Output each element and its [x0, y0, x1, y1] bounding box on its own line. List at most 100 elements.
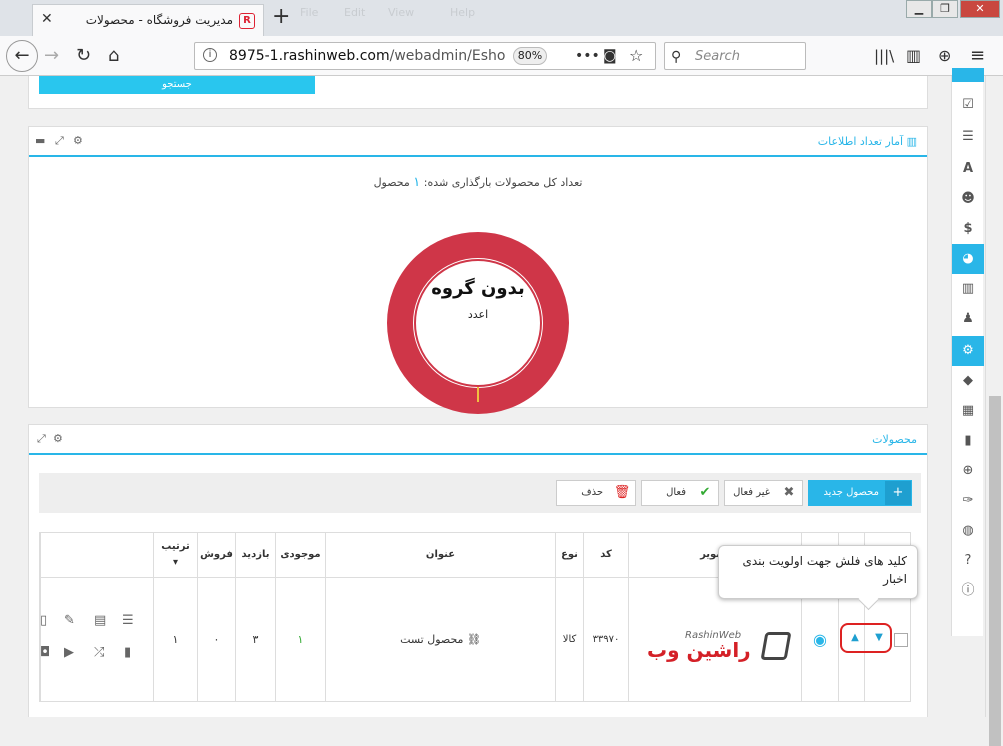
library-icon[interactable]: |||\ — [874, 45, 894, 67]
row-title: محصول تست — [400, 633, 464, 646]
count-value: ۱ — [413, 175, 421, 190]
sidebar-item-zoom-icon[interactable]: ⊕ — [952, 456, 984, 486]
window-close-icon[interactable]: ✕ — [960, 0, 1000, 18]
menu-view[interactable]: View — [388, 6, 414, 19]
page-actions-icon[interactable]: ••• — [575, 45, 600, 67]
donut-label: بدون گروه — [431, 278, 525, 299]
menu-file[interactable]: File — [300, 6, 318, 19]
delete-label: حذف — [581, 487, 603, 498]
back-arrow-icon[interactable]: ← — [6, 40, 38, 72]
row-visits: ۳ — [235, 577, 275, 702]
pocket-icon[interactable]: ◙ — [603, 45, 617, 67]
settings-gear-icon[interactable]: ⚙ — [73, 134, 83, 147]
list-icon[interactable]: ▤ — [94, 613, 106, 628]
search-panel: جستجو — [28, 76, 928, 109]
delete-icon[interactable]: ▯ — [40, 613, 47, 628]
rashinweb-logo: RashinWeb راشین وب — [645, 628, 792, 668]
sidebar-item-globe-icon[interactable]: ◍ — [952, 516, 984, 546]
shuffle-icon[interactable]: ⤮ — [94, 645, 104, 660]
expand-icon[interactable]: ⤢ — [55, 134, 64, 148]
sidebar-item-settings-icon[interactable]: ⚙ — [952, 336, 984, 366]
col-stock[interactable]: موجودی — [275, 533, 325, 577]
col-title[interactable]: عنوان — [325, 533, 555, 577]
sidebar-item-user-icon[interactable]: ♟ — [952, 304, 984, 334]
col-type[interactable]: نوع — [555, 533, 583, 577]
sidebar-item-users-icon[interactable]: ☻ — [952, 184, 984, 214]
sidebar-item-top[interactable] — [952, 68, 984, 82]
new-tab-icon[interactable]: + — [272, 4, 290, 30]
row-actions-cell — [40, 577, 153, 702]
col-visits[interactable]: بازدید — [235, 533, 275, 577]
page-scrollbar[interactable] — [985, 76, 1003, 746]
check-icon: ✔ — [699, 485, 711, 500]
stats-bars-icon[interactable]: ▮ — [124, 645, 131, 660]
scrollbar-thumb[interactable] — [989, 396, 1001, 746]
sidebar-item-list-icon[interactable]: ☰ — [952, 122, 984, 152]
sidebar-item-chart-icon[interactable]: ▥ — [952, 274, 984, 304]
col-sales[interactable]: فروش — [197, 533, 235, 577]
edit-pencil-icon[interactable]: ✎ — [64, 613, 75, 628]
x-icon: ✖ — [783, 485, 795, 500]
sidebar-item-tasks-icon[interactable]: ☑ — [952, 90, 984, 120]
sidebar-item-pie-icon[interactable]: ◕ — [952, 244, 984, 274]
globe-icon[interactable]: ⊕ — [938, 45, 951, 67]
maximize-icon[interactable]: ❐ — [932, 0, 958, 18]
arrow-down-icon[interactable]: ▼ — [868, 629, 890, 647]
minimize-icon[interactable]: ▁ — [906, 0, 932, 18]
zoom-badge[interactable]: 80% — [513, 47, 547, 65]
info-icon[interactable]: i — [203, 48, 217, 62]
url-bar[interactable]: i 8975-1.rashinweb.com/webadmin/Esho 80%… — [194, 42, 656, 70]
menu-help[interactable]: Help — [450, 6, 475, 19]
database-icon[interactable]: ☰ — [122, 613, 134, 628]
row-order: ۱ — [153, 577, 197, 702]
collapse-icon[interactable]: ▬ — [35, 134, 45, 147]
logo-persian: راشین وب — [647, 638, 751, 662]
sidebar-item-dollar-icon[interactable]: $ — [952, 214, 984, 244]
sort-caret-icon: ▾ — [172, 557, 179, 568]
sidebar-item-windows-icon[interactable]: ▦ — [952, 396, 984, 426]
sidebar-item-info-icon[interactable]: ⓘ — [952, 576, 984, 606]
search-bar[interactable]: ⚲ Search — [664, 42, 806, 70]
donut-chart[interactable]: بدون گروه اعدد — [387, 232, 569, 414]
arrow-up-icon[interactable]: ▲ — [844, 629, 866, 647]
row-code: ۳۳۹۷۰ — [583, 577, 628, 702]
product-count-text: تعداد کل محصولات بارگذاری شده: ۱ محصول — [29, 175, 927, 190]
reload-icon[interactable]: ↻ — [76, 45, 91, 67]
browser-titlebar: R مدیریت فروشگاه - محصولات ✕ + File Edit… — [0, 0, 1003, 36]
products-panel-header: محصولات ⤢ ⚙ — [29, 425, 927, 455]
forward-arrow-icon[interactable]: → — [44, 45, 59, 67]
inactive-button[interactable]: ✖ غیر فعال — [724, 480, 803, 506]
menu-hamburger-icon[interactable]: ≡ — [970, 45, 985, 67]
row-title-cell[interactable]: ⛓ محصول تست — [325, 577, 555, 702]
products-panel-title: محصولات — [872, 433, 917, 446]
new-product-button[interactable]: + محصول جدید — [808, 480, 912, 506]
sidebar-item-tags-icon[interactable]: ◆ — [952, 366, 984, 396]
tab-close-icon[interactable]: ✕ — [41, 11, 53, 27]
menu-edit[interactable]: Edit — [344, 6, 365, 19]
col-actions — [40, 533, 153, 577]
col-code[interactable]: کد — [583, 533, 628, 577]
row-checkbox[interactable] — [894, 633, 908, 647]
sidebar-item-file-icon[interactable]: ▮ — [952, 426, 984, 456]
url-path: /webadmin/Esho — [389, 48, 506, 64]
col-order[interactable]: ترتیب ▾ — [153, 533, 197, 577]
settings-gear-icon[interactable]: ⚙ — [53, 432, 63, 445]
browser-tab[interactable]: R مدیریت فروشگاه - محصولات ✕ — [32, 4, 264, 36]
plus-icon: + — [885, 481, 911, 505]
donut-ring[interactable] — [387, 232, 569, 414]
delete-button[interactable]: 🗑 حذف — [556, 480, 636, 506]
stats-title-text: آمار تعداد اطلاعات — [817, 135, 904, 148]
col-visits-label: بازدید — [241, 549, 270, 560]
copy-icon[interactable]: ◘ — [40, 645, 50, 660]
home-icon[interactable]: ⌂ — [108, 45, 119, 67]
sidebar-toggle-icon[interactable]: ▥ — [906, 45, 921, 67]
url-text[interactable]: 8975-1.rashinweb.com/webadmin/Esho — [229, 48, 505, 64]
active-button[interactable]: ✔ فعال — [641, 480, 719, 506]
expand-icon[interactable]: ⤢ — [37, 432, 46, 446]
search-button[interactable]: جستجو — [39, 76, 315, 94]
sidebar-item-wrench-icon[interactable]: ✑ — [952, 486, 984, 516]
sidebar-item-font-icon[interactable]: A — [952, 154, 984, 184]
play-icon[interactable]: ▶ — [64, 645, 74, 660]
sidebar-item-help-icon[interactable]: ? — [952, 546, 984, 576]
bookmark-star-icon[interactable]: ☆ — [629, 45, 643, 67]
